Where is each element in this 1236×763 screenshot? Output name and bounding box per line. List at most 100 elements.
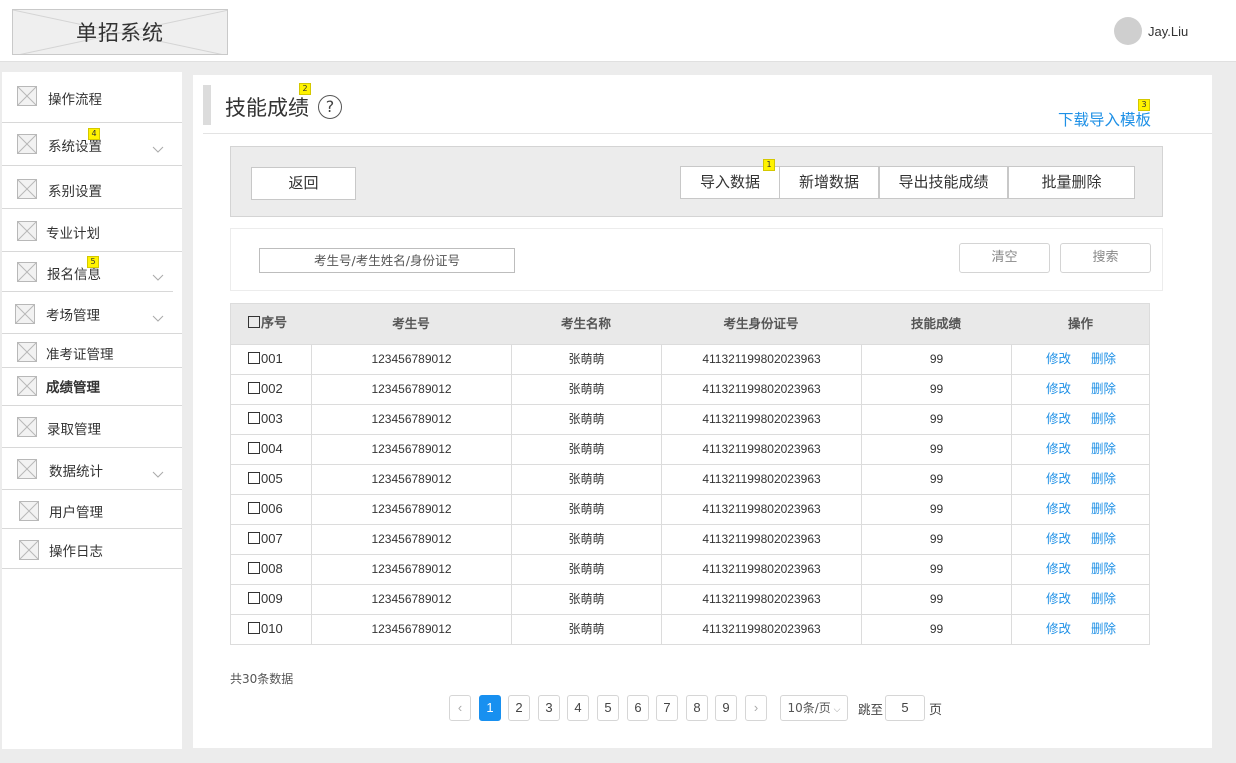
sidebar-item[interactable]: 报名信息 5 <box>2 252 173 292</box>
checkbox[interactable] <box>248 352 260 364</box>
delete-link[interactable]: 删除 <box>1091 531 1116 546</box>
sidebar-item[interactable]: 操作日志 <box>2 529 182 569</box>
delete-link[interactable]: 删除 <box>1091 471 1116 486</box>
export-skill-score-button[interactable]: 导出技能成绩 <box>879 166 1008 199</box>
edit-link[interactable]: 修改 <box>1046 501 1071 516</box>
table-row: 001 123456789012 张萌萌 411321199802023963 99 修改… <box>231 344 1149 374</box>
sidebar-item[interactable]: 专业计划 <box>2 209 182 252</box>
next-page-button[interactable]: › <box>745 695 767 721</box>
sidebar-item[interactable]: 成绩管理 <box>2 368 182 406</box>
edit-link[interactable]: 修改 <box>1046 561 1071 576</box>
sidebar-item[interactable]: 准考证管理 <box>2 334 182 368</box>
username[interactable]: Jay.Liu <box>1148 24 1188 39</box>
name-cell: 张萌萌 <box>511 615 661 644</box>
checkbox[interactable] <box>248 442 260 454</box>
checkbox[interactable] <box>248 562 260 574</box>
sidebar-item-label: 操作日志 <box>49 544 103 560</box>
page-number-button[interactable]: 7 <box>656 695 678 721</box>
edit-link[interactable]: 修改 <box>1046 531 1071 546</box>
prev-page-button[interactable]: ‹ <box>449 695 471 721</box>
edit-link[interactable]: 修改 <box>1046 471 1071 486</box>
edit-link[interactable]: 修改 <box>1046 381 1071 396</box>
page-number-button[interactable]: 4 <box>567 695 589 721</box>
delete-link[interactable]: 删除 <box>1091 621 1116 636</box>
sidebar-item-label: 成绩管理 <box>46 380 100 396</box>
sidebar-item[interactable]: 考场管理 <box>2 292 182 334</box>
row-no-cell: 007 <box>231 525 311 554</box>
placeholder-image-icon <box>17 179 37 199</box>
checkbox[interactable] <box>248 382 260 394</box>
header-select-all[interactable]: 序号 <box>231 304 311 344</box>
search-button[interactable]: 搜索 <box>1060 243 1151 273</box>
id-card-cell: 411321199802023963 <box>661 375 861 404</box>
score-cell: 99 <box>861 585 1011 614</box>
checkbox[interactable] <box>248 592 260 604</box>
id-card-cell: 411321199802023963 <box>661 585 861 614</box>
page-size-select[interactable]: 10条/页 ⌵ <box>780 695 848 721</box>
edit-link[interactable]: 修改 <box>1046 351 1071 366</box>
edit-link[interactable]: 修改 <box>1046 621 1071 636</box>
sidebar-item[interactable]: 系别设置 <box>2 166 182 209</box>
page-number-button[interactable]: 5 <box>597 695 619 721</box>
delete-link[interactable]: 删除 <box>1091 561 1116 576</box>
chevron-down-icon[interactable] <box>152 139 164 153</box>
chevron-down-icon[interactable] <box>152 464 164 478</box>
score-cell: 99 <box>861 555 1011 584</box>
row-no-cell: 004 <box>231 435 311 464</box>
column-header-name: 考生名称 <box>560 316 611 331</box>
sidebar-item-label: 系别设置 <box>48 184 102 200</box>
delete-link[interactable]: 删除 <box>1091 441 1116 456</box>
search-input[interactable]: 考生号/考生姓名/身份证号 <box>259 248 515 273</box>
back-button[interactable]: 返回 <box>251 167 356 200</box>
sidebar-item[interactable]: 录取管理 <box>2 406 182 448</box>
user-menu[interactable]: Jay.Liu <box>1114 17 1188 45</box>
checkbox[interactable] <box>248 412 260 424</box>
page-number-button[interactable]: 6 <box>627 695 649 721</box>
sidebar-item[interactable]: 系统设置 4 <box>2 123 182 166</box>
delete-link[interactable]: 删除 <box>1091 591 1116 606</box>
edit-link[interactable]: 修改 <box>1046 441 1071 456</box>
delete-link[interactable]: 删除 <box>1091 411 1116 426</box>
sidebar-item[interactable]: 操作流程 <box>2 72 182 123</box>
name-cell: 张萌萌 <box>511 585 661 614</box>
placeholder-image-icon <box>15 304 35 324</box>
edit-link[interactable]: 修改 <box>1046 591 1071 606</box>
batch-delete-button[interactable]: 批量删除 <box>1008 166 1135 199</box>
sidebar-item[interactable]: 用户管理 <box>2 490 182 529</box>
clear-button[interactable]: 清空 <box>959 243 1050 273</box>
placeholder-image-icon <box>17 459 37 479</box>
add-data-button[interactable]: 新增数据 <box>779 166 879 199</box>
chevron-down-icon[interactable] <box>152 308 164 322</box>
page-number-button[interactable]: 1 <box>479 695 501 721</box>
delete-link[interactable]: 删除 <box>1091 381 1116 396</box>
jump-page-input[interactable]: 5 <box>885 695 925 721</box>
exam-no-cell: 123456789012 <box>311 615 511 644</box>
page-number-button[interactable]: 2 <box>508 695 530 721</box>
sidebar-item[interactable]: 数据统计 <box>2 448 182 490</box>
avatar[interactable] <box>1114 17 1142 45</box>
chevron-down-icon[interactable] <box>152 267 164 281</box>
checkbox[interactable] <box>248 532 260 544</box>
delete-link[interactable]: 删除 <box>1091 501 1116 516</box>
edit-link[interactable]: 修改 <box>1046 411 1071 426</box>
name-cell: 张萌萌 <box>511 495 661 524</box>
checkbox[interactable] <box>248 472 260 484</box>
page-number-button[interactable]: 3 <box>538 695 560 721</box>
score-cell: 99 <box>861 495 1011 524</box>
help-icon[interactable]: ? <box>318 95 342 119</box>
table-row: 003 123456789012 张萌萌 411321199802023963 99 修改… <box>231 404 1149 434</box>
table-row: 002 123456789012 张萌萌 411321199802023963 99 修改… <box>231 374 1149 404</box>
download-template-link[interactable]: 下载导入模板 <box>1058 108 1151 130</box>
sidebar: 操作流程 系统设置 4 系别设置专业计划 报名信息 5 考场管理 准考证管理成绩管理录取管理数… <box>2 72 182 749</box>
checkbox[interactable] <box>248 316 260 328</box>
row-no-cell: 006 <box>231 495 311 524</box>
sidebar-item-label: 数据统计 <box>49 464 103 480</box>
table-row: 009 123456789012 张萌萌 411321199802023963 99 修改… <box>231 584 1149 614</box>
page-number-button[interactable]: 8 <box>686 695 708 721</box>
delete-link[interactable]: 删除 <box>1091 351 1116 366</box>
page-number-button[interactable]: 9 <box>715 695 737 721</box>
checkbox[interactable] <box>248 502 260 514</box>
placeholder-image-icon <box>17 134 37 154</box>
score-table: 序号 考生号 考生名称 考生身份证号 技能成绩 操作 001 1234567890… <box>230 303 1150 645</box>
checkbox[interactable] <box>248 622 260 634</box>
